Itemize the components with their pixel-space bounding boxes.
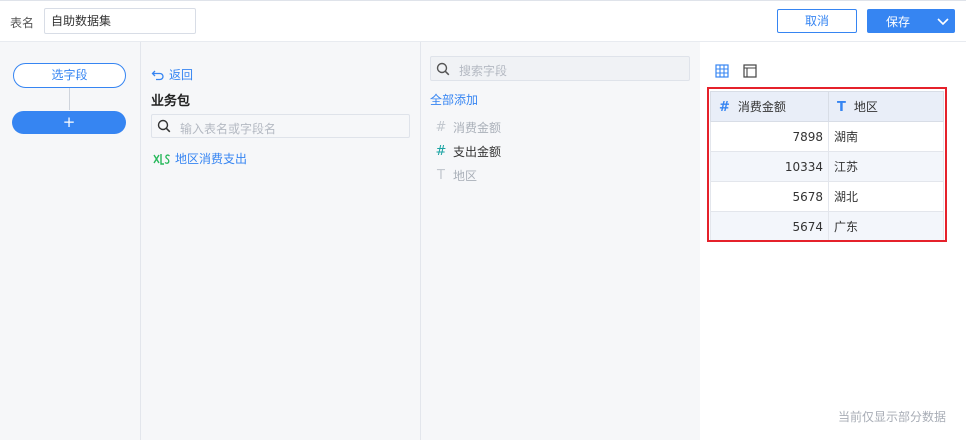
- field-panel: 搜索字段 全部添加 # 消费金额 # 支出金额 T 地区: [421, 42, 700, 440]
- back-link[interactable]: 返回: [151, 66, 193, 83]
- cancel-button[interactable]: 取消: [777, 9, 857, 33]
- field-item[interactable]: T 地区: [435, 167, 477, 184]
- return-icon: [151, 70, 164, 80]
- field-search-placeholder: 搜索字段: [459, 64, 508, 78]
- chevron-down-icon[interactable]: [935, 13, 951, 29]
- table-name-input[interactable]: 自助数据集: [44, 8, 196, 34]
- package-search-placeholder: 输入表名或字段名: [180, 122, 277, 136]
- field-item[interactable]: # 支出金额: [435, 143, 501, 160]
- package-table-item[interactable]: 地区消费支出: [153, 150, 247, 167]
- save-button[interactable]: 保存: [867, 9, 955, 33]
- package-table-name: 地区消费支出: [175, 152, 248, 166]
- top-bar: 表名 自助数据集 取消 保存: [0, 0, 966, 42]
- search-icon: [157, 119, 171, 133]
- excel-table-icon: [153, 153, 170, 165]
- step-column: 选字段 +: [0, 42, 141, 440]
- preview-footnote: 当前仅显示部分数据: [837, 410, 946, 424]
- highlight-box: [707, 87, 947, 242]
- field-name: 支出金额: [453, 145, 502, 159]
- field-item[interactable]: # 消费金额: [435, 119, 501, 136]
- save-button-label: 保存: [885, 15, 910, 29]
- view-toggle: [715, 64, 757, 78]
- text-field-icon: T: [437, 168, 445, 183]
- step-select-fields[interactable]: 选字段: [13, 63, 126, 88]
- back-label: 返回: [169, 68, 194, 82]
- field-name: 地区: [453, 169, 478, 183]
- add-step-button[interactable]: +: [12, 111, 126, 134]
- add-all-link[interactable]: 全部添加: [430, 91, 478, 108]
- package-title: 业务包: [151, 94, 191, 109]
- number-field-icon: #: [435, 120, 447, 135]
- field-name: 消费金额: [453, 121, 502, 135]
- preview-panel: # 消费金额 T 地区 7898 湖南 10334 江苏 5678 湖北 5674: [700, 51, 953, 429]
- table-view-icon[interactable]: [715, 64, 729, 78]
- number-field-icon: #: [435, 144, 447, 159]
- package-search-input[interactable]: 输入表名或字段名: [151, 114, 410, 138]
- step-connector: [69, 88, 70, 110]
- table-name-label: 表名: [10, 16, 35, 30]
- layout-view-icon[interactable]: [743, 64, 757, 78]
- package-panel: 返回 业务包 输入表名或字段名 地区消费支出: [141, 42, 421, 440]
- field-search-input[interactable]: 搜索字段: [430, 56, 690, 81]
- search-icon: [436, 62, 450, 76]
